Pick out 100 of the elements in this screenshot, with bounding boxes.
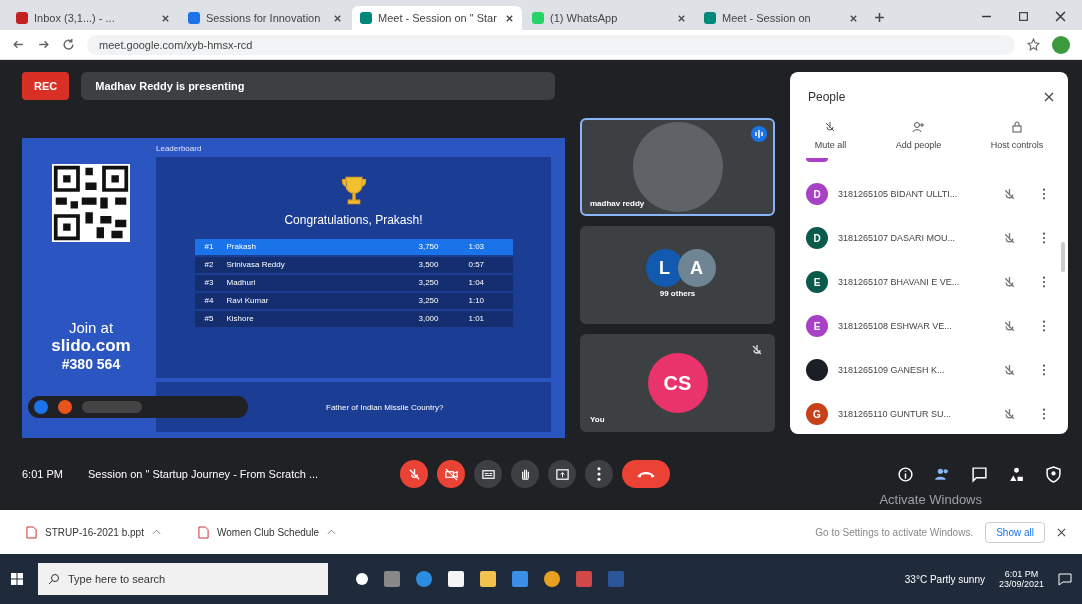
question-text: Father of Indian Missile Country? <box>326 402 444 412</box>
more-options-icon[interactable] <box>1042 276 1046 288</box>
address-field[interactable]: meet.google.com/xyb-hmsx-rcd <box>87 34 1015 55</box>
captions-button[interactable] <box>474 460 502 488</box>
download-item[interactable]: STRUP-16-2021 b.ppt <box>16 525 176 539</box>
mic-off-icon[interactable] <box>1003 319 1016 333</box>
participant-name: 99 others <box>658 289 697 298</box>
more-options-icon[interactable] <box>1042 408 1046 420</box>
back-arrow-icon[interactable] <box>12 38 25 51</box>
participant-name: 3181265110 GUNTUR SU... <box>838 409 952 419</box>
browser-tab[interactable]: (1) WhatsApp <box>524 6 694 30</box>
close-icon[interactable] <box>677 13 686 23</box>
speaking-indicator-icon <box>751 126 767 142</box>
leaderboard-row: #2 Srinivasa Reddy 3,500 0:57 <box>194 256 513 273</box>
participant-name: You <box>590 415 605 424</box>
cortana-icon[interactable] <box>356 573 368 585</box>
panel-title: People <box>808 90 846 104</box>
add-person-icon <box>911 120 926 134</box>
more-options-icon[interactable] <box>1042 320 1046 332</box>
mic-button[interactable] <box>400 460 428 488</box>
leaderboard-row: #4 Ravi Kumar 3,250 1:10 <box>194 292 513 309</box>
event-code: #380 564 <box>61 356 121 372</box>
lock-icon <box>1010 120 1024 134</box>
participant-row[interactable]: D 3181265107 DASARI MOU... <box>806 216 1054 260</box>
close-icon[interactable] <box>161 13 170 23</box>
participant-row[interactable]: D 3181265105 BIDANT ULLTI... <box>806 172 1054 216</box>
taskbar-search-field[interactable]: Type here to search <box>38 563 328 595</box>
file-icon <box>26 525 37 539</box>
more-options-icon <box>597 467 601 481</box>
qr-code-icon <box>52 163 130 242</box>
trophy-icon <box>339 174 368 207</box>
participant-row[interactable]: E 3181265107 BHAVANI E VE... <box>806 260 1054 304</box>
maximize-icon[interactable] <box>1018 11 1029 22</box>
notification-icon[interactable] <box>1058 572 1072 586</box>
panel-action-button[interactable]: Host controls <box>988 118 1046 152</box>
participant-name: 3181265109 GANESH K... <box>838 365 946 375</box>
camera-off-icon <box>443 466 459 482</box>
close-icon[interactable] <box>505 13 514 23</box>
more-options-icon[interactable] <box>1042 364 1046 376</box>
clock-date: 23/09/2021 <box>998 579 1044 589</box>
close-icon[interactable] <box>849 13 858 23</box>
mic-off-icon[interactable] <box>1003 231 1016 245</box>
caret-icon <box>327 529 337 535</box>
participant-row[interactable]: 3181265109 GANESH K... <box>806 348 1054 392</box>
camera-button[interactable] <box>437 460 465 488</box>
hand-button[interactable] <box>511 460 539 488</box>
shield-icon[interactable] <box>1045 465 1062 483</box>
close-icon[interactable] <box>1044 92 1054 102</box>
mic-off-icon[interactable] <box>1003 275 1016 289</box>
avatar: E <box>806 315 828 337</box>
avatar: G <box>806 403 828 425</box>
panel-action-button[interactable]: Mute all <box>812 118 849 152</box>
more-options-icon[interactable] <box>1042 232 1046 244</box>
info-icon[interactable] <box>897 465 914 483</box>
meeting-time: 6:01 PM <box>22 468 64 480</box>
windows-start-icon[interactable] <box>10 572 24 586</box>
leaderboard-row: #3 Madhuri 3,250 1:04 <box>194 274 513 291</box>
participant-row[interactable]: G 3181265110 GUNTUR SU... <box>806 392 1054 436</box>
participant-name: 3181265108 ESHWAR VE... <box>838 321 953 331</box>
mic-off-icon <box>751 344 763 356</box>
mic-off-icon[interactable] <box>1003 363 1016 377</box>
end-call-button[interactable] <box>622 460 670 488</box>
show-all-button[interactable]: Show all <box>985 521 1045 543</box>
panel-action-button[interactable]: Add people <box>893 118 944 152</box>
download-item[interactable]: Women Club Schedule <box>188 525 348 539</box>
mic-off-icon[interactable] <box>1003 187 1016 201</box>
shapes-icon[interactable] <box>1008 465 1025 483</box>
forward-arrow-icon[interactable] <box>37 38 50 51</box>
browser-tab[interactable]: Meet - Session on " Star <box>352 6 522 30</box>
browser-tab[interactable]: Meet - Session on <box>696 6 866 30</box>
activation-title: Activate Windows <box>879 492 982 507</box>
profile-avatar[interactable] <box>1052 35 1070 54</box>
search-icon <box>48 573 60 585</box>
mic-off-icon[interactable] <box>1003 407 1016 421</box>
leaderboard-row: #1 Prakash 3,750 1:03 <box>194 238 513 255</box>
reload-icon[interactable] <box>62 38 75 51</box>
close-icon[interactable] <box>1055 11 1066 22</box>
participant-row[interactable]: E 3181265108 ESHWAR VE... <box>806 304 1054 348</box>
avatar: CS <box>647 353 708 413</box>
participant-name: 3181265107 BHAVANI E VE... <box>838 277 961 287</box>
more-button[interactable] <box>585 460 613 488</box>
weather-text: 33°C Partly sunny <box>904 573 985 585</box>
phone-hangup-icon <box>637 470 655 478</box>
new-tab-icon[interactable] <box>874 12 885 23</box>
browser-tab[interactable]: Sessions for Innovation <box>180 6 350 30</box>
browser-tab[interactable]: Inbox (3,1...) - ... <box>8 6 178 30</box>
participant-name: 3181265107 DASARI MOU... <box>838 233 957 243</box>
meeting-title: Session on " Startup Journey - From Scratch ... <box>88 468 320 480</box>
join-site: slido.com <box>51 336 131 356</box>
file-icon <box>198 525 209 539</box>
avatar: A <box>677 249 716 287</box>
present-screen-icon <box>554 466 570 482</box>
close-icon[interactable] <box>1057 527 1066 537</box>
congratulations-text: Congratulations, Prakash! <box>284 212 423 227</box>
more-options-icon[interactable] <box>1042 188 1046 200</box>
present-button[interactable] <box>548 460 576 488</box>
join-label: Join at <box>68 319 114 336</box>
close-icon[interactable] <box>333 13 342 23</box>
chat-icon[interactable] <box>971 465 988 483</box>
star-icon[interactable] <box>1027 38 1040 51</box>
